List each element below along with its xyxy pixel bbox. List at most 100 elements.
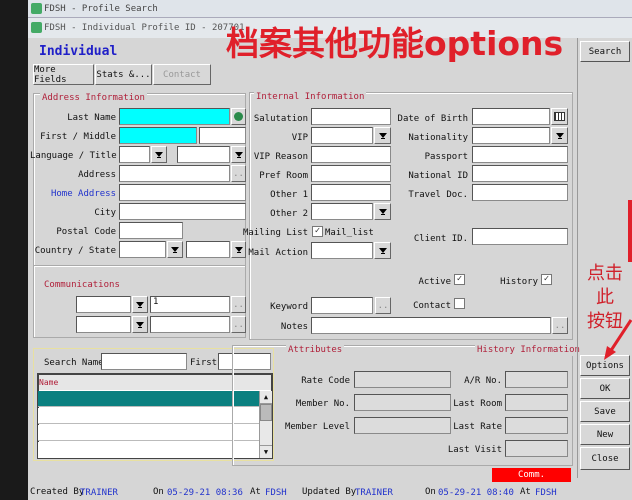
first-middle-label: First / Middle (40, 132, 116, 142)
active-checkbox[interactable]: ✓ (454, 274, 465, 285)
nationality-select[interactable] (472, 127, 550, 144)
comm-value-1-input[interactable]: 1 (150, 296, 230, 313)
last-visit-field (505, 440, 568, 457)
created-by-user: TRAINER (80, 488, 118, 498)
list-item[interactable] (38, 391, 259, 407)
tab-more-fields[interactable]: More Fields (33, 64, 94, 85)
tab-contact[interactable]: Contact (153, 64, 211, 85)
pref-room-input[interactable] (311, 165, 391, 182)
ok-button[interactable]: OK (580, 378, 630, 399)
save-button[interactable]: Save (580, 401, 630, 422)
annotation-heading: 档案其他功能options (226, 24, 564, 63)
last-name-label: Last Name (67, 113, 116, 123)
inner-window-title: FDSH - Individual Profile ID - 207701 (44, 23, 245, 33)
annotation-bar (628, 200, 632, 262)
contact-label: Contact (413, 301, 451, 311)
mail-action-dropdown-button[interactable] (374, 242, 391, 259)
outer-title-bar: FDSH - Profile Search (28, 0, 632, 18)
list-item[interactable] (38, 425, 259, 441)
date-of-birth-input[interactable] (472, 108, 550, 125)
title-select[interactable] (177, 146, 230, 163)
other2-select[interactable] (311, 203, 373, 220)
comm-type-1-select[interactable] (76, 296, 131, 313)
client-id-input[interactable] (472, 228, 568, 245)
national-id-input[interactable] (472, 165, 568, 182)
comm-indicator[interactable]: Comm. (492, 468, 571, 482)
salutation-input[interactable] (311, 108, 391, 125)
close-button[interactable]: Close (580, 447, 630, 470)
updated-at-label: At (520, 487, 531, 497)
mail-action-label: Mail Action (248, 248, 308, 258)
keyword-ellipsis-button[interactable]: .. (375, 297, 391, 314)
comm-value-1: 1 (153, 297, 159, 307)
keyword-input[interactable] (311, 297, 373, 314)
language-dropdown-button[interactable] (151, 146, 167, 163)
rate-code-label: Rate Code (301, 376, 350, 386)
calendar-icon (554, 112, 565, 121)
last-room-label: Last Room (453, 399, 502, 409)
history-information-title: History Information (475, 345, 582, 356)
callout-line: 此 (596, 287, 614, 308)
passport-input[interactable] (472, 146, 568, 163)
column-header-name[interactable]: Name (39, 377, 58, 389)
comm-type-2-dropdown[interactable] (132, 316, 148, 333)
comm-value-2-input[interactable] (150, 316, 230, 333)
communications-title: Communications (42, 280, 122, 291)
address-input[interactable] (119, 165, 230, 182)
notes-ellipsis-button[interactable]: .. (552, 317, 568, 334)
list-item[interactable] (38, 408, 259, 424)
attributes-title: Attributes (286, 345, 345, 356)
language-title-label: Language / Title (30, 151, 117, 161)
active-label: Active (418, 277, 451, 287)
state-select[interactable] (186, 241, 230, 258)
city-input[interactable] (119, 203, 246, 220)
mailing-list-checkbox[interactable]: ✓ (312, 226, 323, 237)
language-select[interactable] (119, 146, 150, 163)
country-select[interactable] (119, 241, 166, 258)
middle-name-input[interactable] (199, 127, 246, 144)
member-level-label: Member Level (284, 422, 350, 432)
other1-label: Other 1 (270, 190, 308, 200)
address-label: Address (78, 170, 116, 180)
first-name-input[interactable] (119, 127, 197, 144)
created-at-label: At (250, 487, 261, 497)
history-checkbox[interactable]: ✓ (541, 274, 552, 285)
updated-by-label: Updated By (302, 487, 357, 497)
comm-type-2-select[interactable] (76, 316, 131, 333)
last-rate-field (505, 417, 568, 434)
search-button[interactable]: Search (580, 41, 630, 62)
other1-input[interactable] (311, 184, 391, 201)
last-name-input[interactable] (119, 108, 230, 125)
other2-label: Other 2 (270, 209, 308, 219)
postal-code-input[interactable] (119, 222, 183, 239)
updated-on-label: On (425, 487, 436, 497)
calendar-button[interactable] (551, 108, 568, 125)
last-rate-label: Last Rate (453, 422, 502, 432)
ar-no-field (505, 371, 568, 388)
callout-line: 点击 (587, 263, 623, 284)
notes-input[interactable] (311, 317, 551, 334)
new-button[interactable]: New (580, 424, 630, 445)
mail-action-select[interactable] (311, 242, 373, 259)
profile-type-title: Individual (39, 44, 118, 59)
contact-checkbox[interactable] (454, 298, 465, 309)
home-address-link[interactable]: Home Address (36, 188, 116, 200)
other2-dropdown-button[interactable] (374, 203, 391, 220)
vip-reason-input[interactable] (311, 146, 391, 163)
nationality-dropdown-button[interactable] (551, 127, 568, 144)
created-by-label: Created By (30, 487, 85, 497)
country-dropdown-button[interactable] (167, 241, 183, 258)
comm-type-1-dropdown[interactable] (132, 296, 148, 313)
first-label: First (190, 358, 218, 368)
updated-at-value: FDSH (535, 488, 557, 498)
created-at-value: FDSH (265, 488, 287, 498)
tab-stats[interactable]: Stats &... (95, 64, 152, 85)
vip-select[interactable] (311, 127, 373, 144)
travel-doc-input[interactable] (472, 184, 568, 201)
search-name-input[interactable] (101, 353, 187, 370)
list-item[interactable] (38, 442, 259, 458)
vip-dropdown-button[interactable] (374, 127, 391, 144)
internal-group-title: Internal Information (254, 92, 367, 103)
home-address-input[interactable] (119, 184, 246, 201)
updated-by-user: TRAINER (355, 488, 393, 498)
